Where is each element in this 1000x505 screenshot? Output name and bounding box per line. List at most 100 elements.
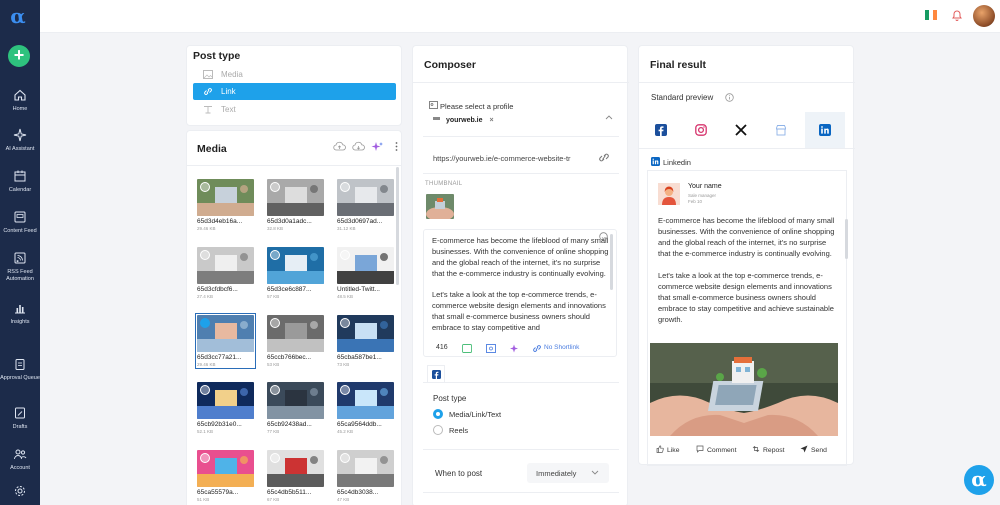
when-to-post-select[interactable]: Immediately [527,463,609,483]
chevron-up-icon[interactable] [605,114,613,120]
media-item[interactable]: 65d3d0697ad... 31.12 KB [337,179,394,231]
language-flag-icon[interactable] [925,10,937,20]
send-button[interactable]: Send [800,445,827,454]
bell-icon[interactable] [951,8,963,22]
media-thumbnail[interactable] [197,247,254,284]
media-thumbnail[interactable] [337,450,394,487]
sidebar-item-drafts[interactable]: Drafts [0,406,40,431]
sidebar-item-calendar[interactable]: Calendar [0,169,40,194]
media-thumbnail[interactable] [337,247,394,284]
link-icon[interactable] [532,344,542,353]
media-thumbnail[interactable] [197,382,254,419]
post-type-link-option[interactable]: Link [193,83,396,100]
media-thumbnail[interactable] [197,315,254,352]
select-checkbox[interactable] [270,318,280,328]
sidebar-item-content-feed[interactable]: Content Feed [0,210,40,235]
preview-scrollbar[interactable] [845,219,848,259]
media-item[interactable]: 65d3d0a1adc... 32.8 KB [267,179,324,231]
sidebar-item-account[interactable]: Account [0,447,40,472]
emoji-icon[interactable] [599,232,608,241]
support-chat-button[interactable]: α [964,465,994,495]
sidebar-item-insights[interactable]: Insights [0,301,40,326]
select-checkbox[interactable] [200,385,210,395]
media-item[interactable]: 65ccb766bec... 53 KB [267,315,324,367]
profile-chip[interactable]: yourweb.ie × [433,117,494,124]
ai-sparkle-icon[interactable] [371,141,384,152]
select-checkbox[interactable] [270,453,280,463]
media-item[interactable]: 65ca55579a... 51 KB [197,450,254,502]
media-item[interactable]: 65c4db5b511... 67 KB [267,450,324,502]
select-checkbox[interactable] [270,182,280,192]
download-cloud-icon[interactable] [352,141,365,152]
gif-icon[interactable] [462,344,472,353]
sidebar-item-home[interactable]: Home [0,88,40,113]
like-button[interactable]: Like [656,445,679,454]
info-icon[interactable] [725,93,734,102]
tab-facebook[interactable] [641,112,681,148]
select-checkbox[interactable] [340,453,350,463]
shortlink-toggle[interactable]: No Shortlink [544,344,579,351]
media-thumbnail[interactable] [197,450,254,487]
select-checkbox[interactable] [270,385,280,395]
url-input[interactable]: https://yourweb.ie/e-commerce-website-tr [433,154,583,163]
media-item[interactable]: 65d3ce6c887... 57 KB [267,247,324,299]
ai-sparkle-icon[interactable] [510,344,520,353]
app-logo[interactable]: α [6,6,30,26]
select-checkbox[interactable] [270,250,280,260]
media-thumbnail[interactable] [267,315,324,352]
sidebar-item-ai-assistant[interactable]: AI Assistant [0,128,40,153]
media-item[interactable]: 65d3cc77a21... 29.46 KB [195,313,256,369]
more-vertical-icon[interactable] [390,141,402,152]
select-checkbox[interactable] [340,318,350,328]
select-checkbox[interactable] [200,453,210,463]
link-icon[interactable] [597,152,611,163]
tab-linkedin[interactable] [805,112,845,148]
select-checkbox[interactable] [340,182,350,192]
media-item[interactable]: 65cba587be1... 73 KB [337,315,394,367]
media-item[interactable]: 65c4db3038... 47 KB [337,450,394,502]
media-thumbnail[interactable] [267,450,324,487]
comment-button[interactable]: Comment [696,445,736,454]
radio-media-link-text[interactable] [433,409,443,419]
remove-profile-button[interactable]: × [489,117,493,124]
editor-scrollbar[interactable] [610,234,613,290]
tab-x[interactable] [721,112,761,148]
radio-reels[interactable] [433,425,443,435]
sidebar-item-settings[interactable] [0,484,40,498]
select-checkbox[interactable] [200,250,210,260]
media-thumbnail[interactable] [267,382,324,419]
post-type-media-option[interactable]: Media [193,66,396,83]
media-thumbnail[interactable] [197,179,254,216]
select-checkbox[interactable] [340,385,350,395]
repost-button[interactable]: Repost [752,445,785,454]
media-item[interactable]: 65cb92438ad... 77 KB [267,382,324,434]
tab-facebook[interactable] [427,365,445,382]
media-item[interactable]: 65d3cfdbcf6... 27.4 KB [197,247,254,299]
link-thumbnail[interactable] [426,194,454,219]
select-checkbox[interactable] [200,182,210,192]
media-item[interactable]: Untitled-Twitt... 48.5 KB [337,247,394,299]
sidebar-item-rss-feed[interactable]: RSS Feed Automation [0,251,40,283]
post-type-text-option[interactable]: Text [193,101,396,118]
sidebar-item-label: Account [10,465,30,471]
post-text-editor[interactable]: E-commerce has become the lifeblood of m… [423,229,617,357]
media-thumbnail[interactable] [337,179,394,216]
media-thumbnail[interactable] [267,179,324,216]
sidebar-item-approval-queue[interactable]: Approval Queue [0,357,40,382]
media-thumbnail[interactable] [337,382,394,419]
sidebar-item-label: Content Feed [3,228,37,234]
media-scrollbar[interactable] [396,167,399,285]
media-item[interactable]: 65ca9564ddb... 45.2 KB [337,382,394,434]
media-item[interactable]: 65d3d4eb16a... 29.46 KB [197,179,254,231]
tab-instagram[interactable] [681,112,721,148]
media-thumbnail[interactable] [337,315,394,352]
select-checkbox[interactable] [340,250,350,260]
media-item[interactable]: 65cb92b31e0... 52.1 KB [197,382,254,434]
image-icon[interactable] [486,344,496,353]
avatar[interactable] [973,5,995,27]
upload-cloud-icon[interactable] [333,141,346,152]
tab-google-business[interactable] [761,112,801,148]
select-checkbox[interactable] [200,318,210,328]
media-thumbnail[interactable] [267,247,324,284]
create-post-button[interactable]: + [8,45,30,67]
